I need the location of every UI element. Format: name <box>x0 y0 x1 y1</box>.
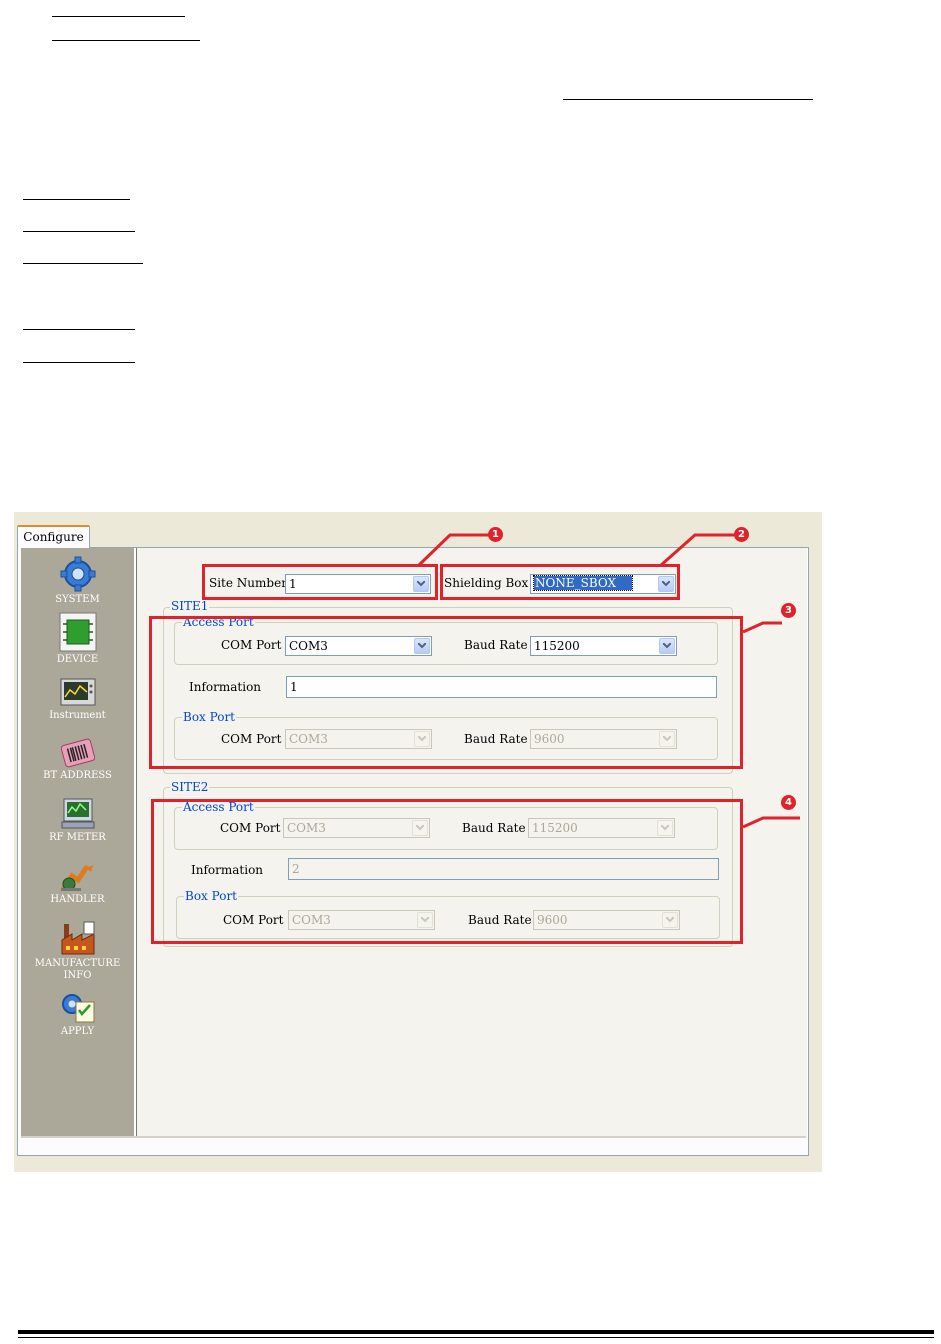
callout-marker-2: 2 <box>734 527 749 542</box>
callout-marker-1: 1 <box>488 527 503 542</box>
callout-marker-3: 3 <box>781 603 796 618</box>
callout-marker-4: 4 <box>781 795 796 810</box>
callout-leader-lines <box>416 533 800 829</box>
